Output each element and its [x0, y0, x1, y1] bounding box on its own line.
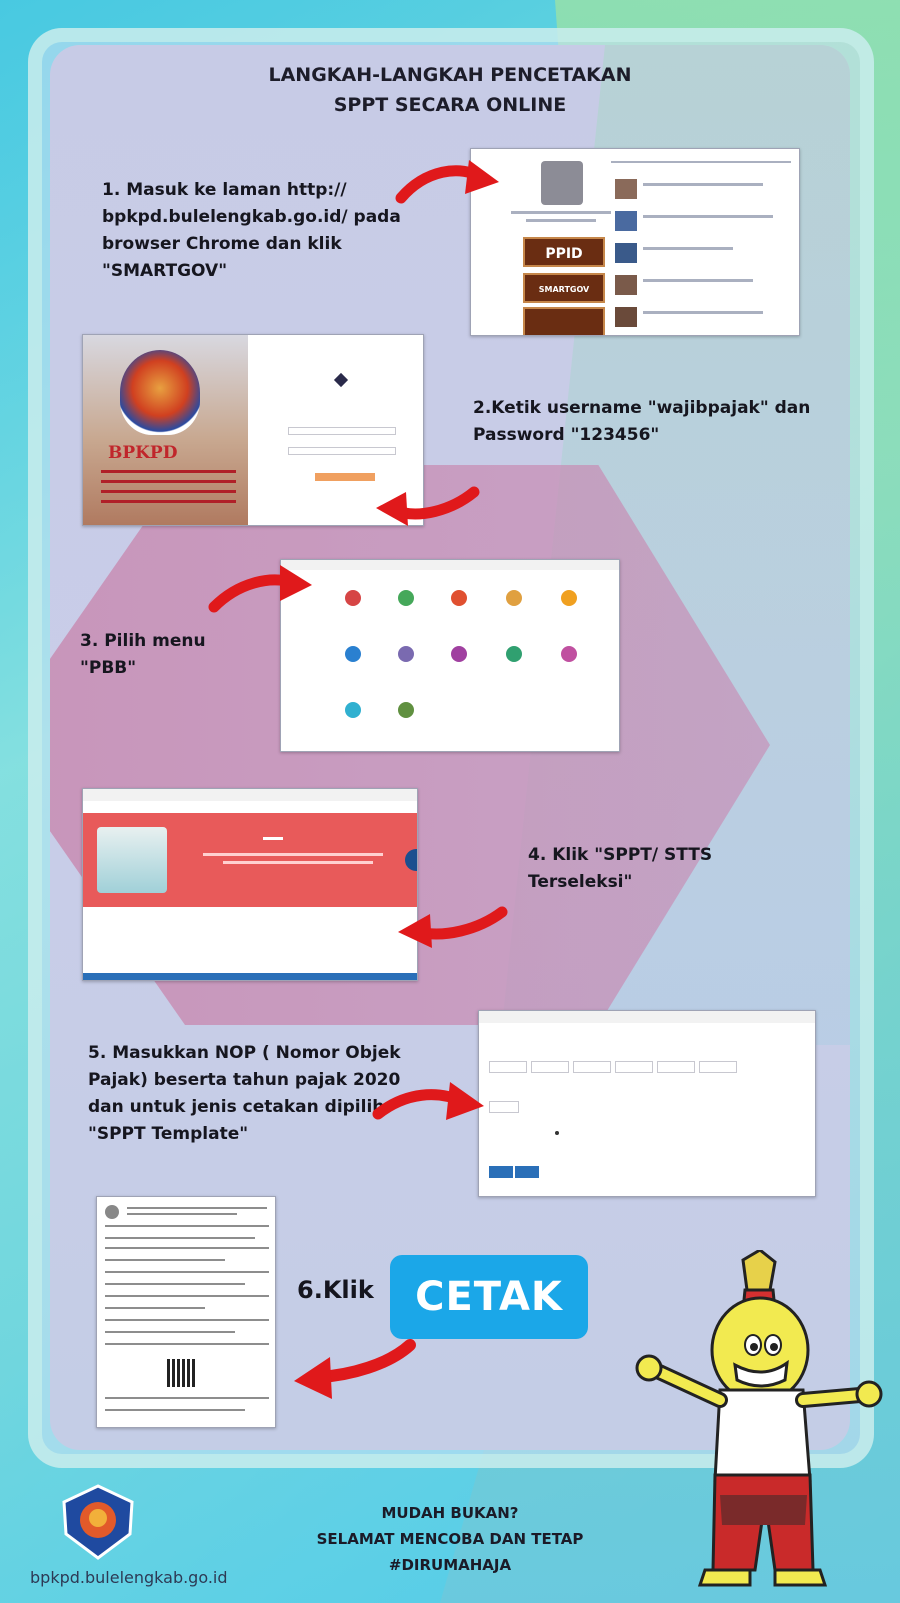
bpkpd-logo-icon [62, 1484, 134, 1560]
step-5-line: Pajak) beserta tahun pajak 2020 [88, 1070, 401, 1090]
screenshot-sppt-document [96, 1196, 276, 1428]
arrow-left-icon [376, 486, 480, 526]
step-6-label: 6.Klik [297, 1276, 374, 1304]
screenshot-website: PPID SMARTGOV [470, 148, 800, 336]
step-2-line: Password "123456" [473, 425, 660, 445]
step-3-line: 3. Pilih menu [80, 631, 206, 651]
footer-line-1: MUDAH BUKAN? [381, 1504, 519, 1522]
step-2-text: 2.Ketik username "wajibpajak" dan Passwo… [473, 395, 810, 449]
banner [83, 813, 417, 907]
bpkpd-brand: BPKPD [108, 443, 178, 463]
menu-tile-icon [561, 590, 577, 606]
arrow-left-icon [294, 1339, 416, 1399]
screenshot-menu [280, 559, 620, 752]
login-logo-icon [333, 372, 349, 388]
arrow-right-icon [372, 1082, 484, 1120]
menu-tile-icon [451, 646, 467, 662]
step-4-text: 4. Klik "SPPT/ STTS Terseleksi" [528, 842, 712, 896]
ppid-button: PPID [523, 237, 605, 267]
arrow-right-icon [208, 565, 312, 613]
title-line-2: SPPT SECARA ONLINE [333, 94, 567, 116]
step-5-line: dan untuk jenis cetakan dipilih [88, 1097, 385, 1117]
footer-line-3: #DIRUMAHAJA [388, 1556, 512, 1574]
footer-message: MUDAH BUKAN? SELAMAT MENCOBA DAN TETAP #… [280, 1500, 620, 1578]
page-title: LANGKAH-LANGKAH PENCETAKAN SPPT SECARA O… [0, 60, 900, 120]
cetak-button[interactable]: CETAK [390, 1255, 588, 1339]
arrow-left-icon [398, 906, 508, 948]
step-3-text: 3. Pilih menu "PBB" [80, 628, 206, 682]
arrow-right-icon [395, 160, 499, 204]
menu-tile-icon [398, 646, 414, 662]
step-5-line: "SPPT Template" [88, 1124, 249, 1144]
step-1-text: 1. Masuk ke laman http:// bpkpd.buleleng… [102, 177, 401, 285]
menu-tile-icon [345, 646, 361, 662]
portrait-image [541, 161, 583, 205]
step-4-line: 4. Klik "SPPT/ STTS [528, 845, 713, 865]
step-1-line: 1. Masuk ke laman http:// [102, 180, 347, 200]
step-1-line: browser Chrome dan klik [102, 234, 342, 254]
step-5-text: 5. Masukkan NOP ( Nomor Objek Pajak) bes… [88, 1040, 401, 1148]
username-field [288, 427, 396, 435]
step-2-line: 2.Ketik username "wajibpajak" dan [473, 398, 811, 418]
menu-tile-icon [398, 590, 414, 606]
smartgov-button: SMARTGOV [523, 273, 605, 303]
menu-tile-icon [345, 702, 361, 718]
website-url: bpkpd.bulelengkab.go.id [30, 1568, 228, 1587]
other-button [523, 307, 605, 335]
screenshot-nop-form [478, 1010, 816, 1197]
menu-tile-icon [451, 590, 467, 606]
menu-tile-icon [345, 590, 361, 606]
step-4-line: Terseleksi" [528, 872, 633, 892]
menu-tile-icon [506, 590, 522, 606]
menu-tile-icon [506, 646, 522, 662]
step-5-line: 5. Masukkan NOP ( Nomor Objek [88, 1043, 401, 1063]
qr-code [167, 1359, 195, 1387]
footer-line-2: SELAMAT MENCOBA DAN TETAP [316, 1530, 584, 1548]
screenshot-sppt [82, 788, 418, 981]
login-button [315, 473, 375, 481]
step-3-line: "PBB" [80, 658, 137, 678]
step-1-line: "SMARTGOV" [102, 261, 228, 281]
password-field [288, 447, 396, 455]
title-line-1: LANGKAH-LANGKAH PENCETAKAN [268, 64, 632, 86]
step-1-line: bpkpd.bulelengkab.go.id/ pada [102, 207, 401, 227]
menu-tile-icon [398, 702, 414, 718]
login-banner: BPKPD [83, 335, 248, 525]
menu-tile-icon [561, 646, 577, 662]
mascot-illustration [635, 1250, 883, 1587]
emblem-icon [120, 350, 200, 435]
